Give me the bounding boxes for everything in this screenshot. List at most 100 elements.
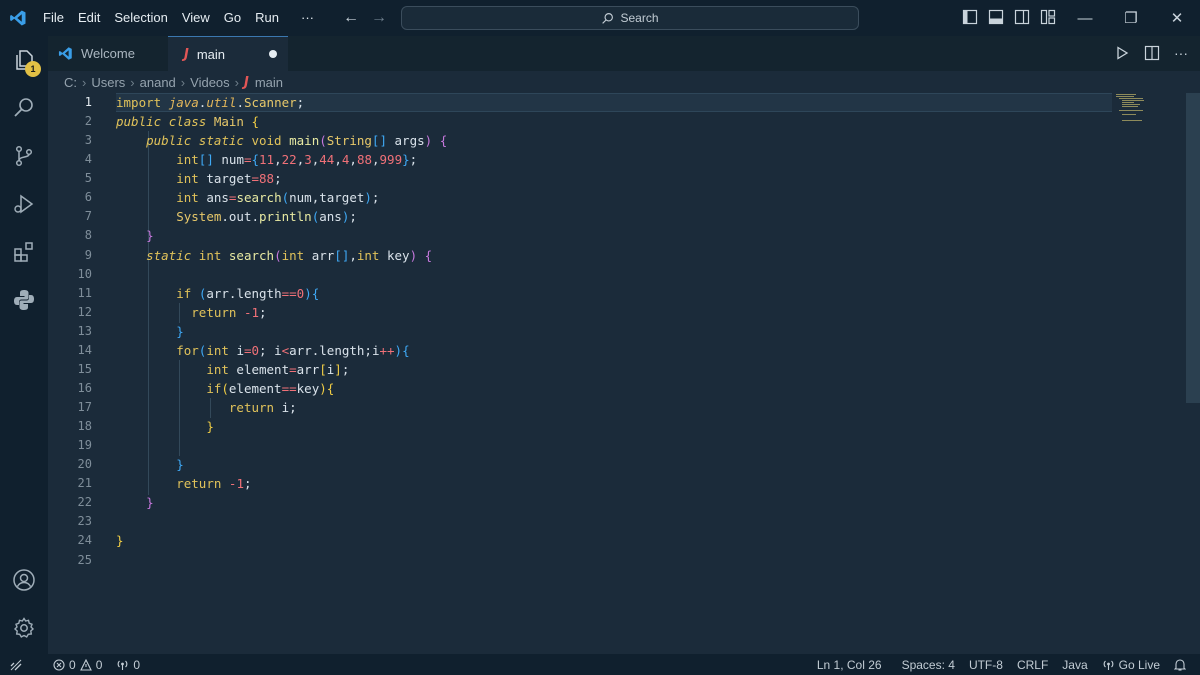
search-view-icon[interactable] <box>0 84 48 132</box>
code-line: if (arr.length==0){ <box>176 285 320 301</box>
code-line: int element=arr[i]; <box>206 361 350 377</box>
chevron-right-icon: › <box>180 74 186 90</box>
toggle-primary-sidebar-icon[interactable] <box>962 9 978 25</box>
breadcrumb-file[interactable]: main <box>255 75 283 90</box>
split-editor-icon[interactable] <box>1144 45 1160 61</box>
cursor-position[interactable]: Ln 1, Col 26 <box>810 658 889 672</box>
python-icon[interactable] <box>0 276 48 324</box>
line-number: 22 <box>77 495 92 510</box>
menu-selection[interactable]: Selection <box>107 0 174 36</box>
unsaved-dot-icon[interactable] <box>269 50 277 58</box>
menu-go[interactable]: Go <box>217 0 248 36</box>
broadcast-icon <box>118 660 128 670</box>
code-line: public class Main { <box>116 114 260 130</box>
menu-more[interactable]: ··· <box>294 0 321 36</box>
line-number: 15 <box>77 361 92 376</box>
customize-layout-icon[interactable] <box>1040 9 1056 25</box>
code-line: int[] num={11,22,3,44,4,88,999}; <box>176 152 418 168</box>
menu-run[interactable]: Run <box>248 0 286 36</box>
remote-indicator[interactable] <box>0 659 32 671</box>
breadcrumb-drive[interactable]: C: <box>64 75 77 90</box>
chevron-right-icon: › <box>234 74 239 90</box>
menu-edit[interactable]: Edit <box>71 0 107 36</box>
breadcrumb-anand[interactable]: anand <box>140 75 176 90</box>
code-lines: import java.util.Scanner; public class Ma… <box>116 93 447 570</box>
line-number: 21 <box>77 476 92 491</box>
code-line: int target=88; <box>176 171 282 187</box>
eol-setting[interactable]: CRLF <box>1010 658 1055 672</box>
line-number: 8 <box>84 228 92 243</box>
line-number: 12 <box>77 304 92 319</box>
toggle-secondary-sidebar-icon[interactable] <box>1014 9 1030 25</box>
line-number-gutter: 1 2 3 4 5 6 7 8 9 10 11 12 13 14 15 16 17 18 19 20 21 22 23 24 2… <box>48 93 92 570</box>
settings-gear-icon[interactable] <box>0 604 48 652</box>
vertical-scrollbar[interactable] <box>1186 93 1200 403</box>
code-line: } <box>206 419 214 435</box>
line-number: 2 <box>84 114 92 129</box>
menu-file[interactable]: File <box>36 0 71 36</box>
line-number: 17 <box>77 400 92 414</box>
breadcrumb-users[interactable]: Users <box>91 75 125 90</box>
minimap[interactable] <box>1114 93 1174 123</box>
chevron-right-icon: › <box>82 74 87 90</box>
restore-icon[interactable]: ❐ <box>1108 0 1154 36</box>
notifications-bell-icon[interactable] <box>1167 658 1200 671</box>
tab-welcome[interactable]: Welcome <box>48 36 168 71</box>
toggle-panel-icon[interactable] <box>988 9 1004 25</box>
code-line: return i; <box>228 400 297 415</box>
java-file-icon: J <box>244 74 249 90</box>
menu-bar: File Edit Selection View Go Run ··· <box>36 0 321 36</box>
warning-count: 0 <box>95 657 103 672</box>
explorer-icon[interactable]: 1 <box>0 36 48 84</box>
go-live-button[interactable]: Go Live <box>1095 658 1167 672</box>
tab-main[interactable]: J main <box>168 36 288 71</box>
editor-tab-bar: Welcome J main ··· <box>48 36 1200 71</box>
error-icon <box>53 658 65 671</box>
vscode-logo-icon <box>0 0 36 36</box>
line-number: 19 <box>77 438 92 453</box>
search-icon <box>602 12 614 24</box>
close-icon[interactable]: ✕ <box>1154 0 1200 36</box>
line-number: 14 <box>77 342 92 357</box>
encoding-setting[interactable]: UTF-8 <box>962 658 1010 672</box>
code-editor[interactable]: 1 2 3 4 5 6 7 8 9 10 11 12 13 14 15 16 17 18 19 20 21 22 23 24 2… <box>48 93 1200 654</box>
breadcrumb-videos[interactable]: Videos <box>190 75 230 90</box>
ports-indicator[interactable]: 0 <box>109 658 147 672</box>
code-line: static int search(int arr[],int key) { <box>146 247 433 263</box>
line-number: 18 <box>77 419 92 434</box>
minimize-icon[interactable]: — <box>1062 0 1108 36</box>
code-line: return -1; <box>176 476 252 492</box>
code-line: System.out.println(ans); <box>176 209 357 225</box>
activity-bar: 1 <box>0 36 48 654</box>
code-line: import java.util.Scanner; <box>116 95 305 110</box>
chevron-right-icon: › <box>130 74 135 90</box>
more-actions-icon[interactable]: ··· <box>1174 45 1188 61</box>
line-number: 6 <box>84 190 92 205</box>
extensions-icon[interactable] <box>0 228 48 276</box>
error-count: 0 <box>69 657 76 672</box>
code-line: } <box>146 495 154 511</box>
line-number: 13 <box>77 323 92 338</box>
run-file-icon[interactable] <box>1114 45 1130 61</box>
explorer-badge: 1 <box>25 61 41 77</box>
line-number: 10 <box>77 266 92 281</box>
back-arrow-icon[interactable]: ← <box>343 9 359 27</box>
forward-arrow-icon[interactable]: → <box>371 9 387 27</box>
indentation-setting[interactable]: Spaces: 4 <box>895 658 962 672</box>
accounts-icon[interactable] <box>0 556 48 604</box>
title-bar: File Edit Selection View Go Run ··· ← → … <box>0 0 1200 36</box>
remote-icon <box>10 659 22 670</box>
menu-view[interactable]: View <box>175 0 217 36</box>
vscode-tab-icon <box>58 47 72 60</box>
problems-indicator[interactable]: 0 0 <box>46 658 109 672</box>
code-line: for(int i=0; i<arr.length;i++){ <box>176 342 410 358</box>
run-debug-icon[interactable] <box>0 180 48 228</box>
language-mode[interactable]: Java <box>1055 658 1094 672</box>
layout-controls <box>962 9 1056 25</box>
source-control-icon[interactable] <box>0 132 48 180</box>
command-center-search[interactable]: Search <box>401 6 859 30</box>
line-number: 4 <box>84 152 92 167</box>
